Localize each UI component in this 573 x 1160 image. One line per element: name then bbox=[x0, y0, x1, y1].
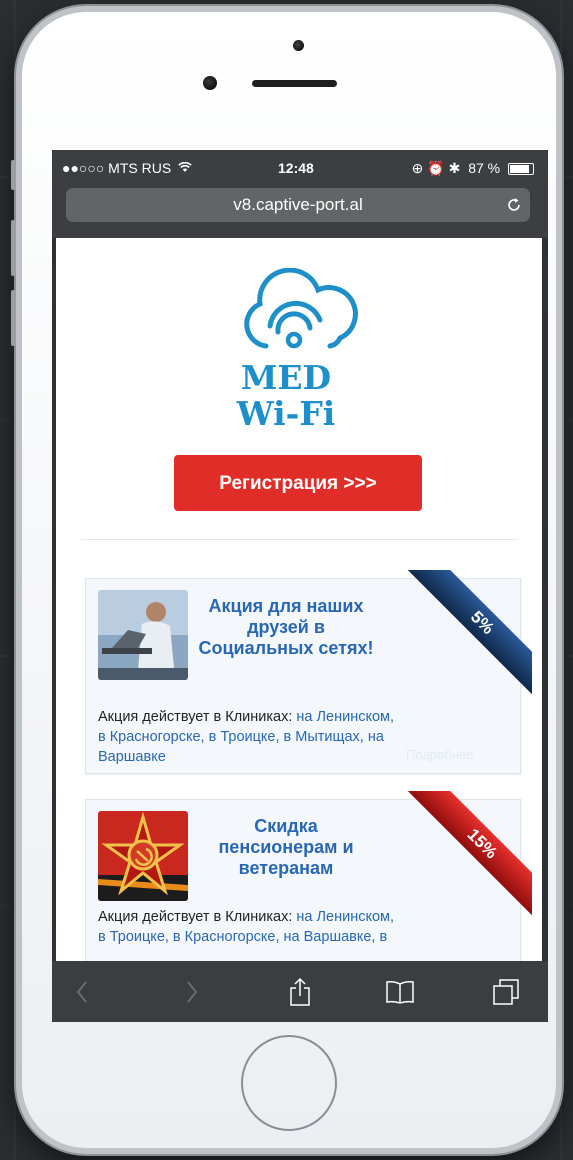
address-bar[interactable]: v8.captive-port.al bbox=[66, 188, 530, 222]
promo-desc-prefix: Акция действует в Клиниках: bbox=[98, 709, 297, 725]
battery-icon bbox=[508, 163, 534, 176]
status-indicators: ⊕ ⏰ ✱ 87 % bbox=[412, 160, 534, 177]
volume-down-button bbox=[11, 290, 16, 346]
web-content: MED Wi-Fi Регистрация >>> Акция для наши… bbox=[56, 238, 542, 961]
carrier-label: ●●○○○ MTS RUS bbox=[62, 160, 172, 176]
indicator-icons: ⊕ ⏰ ✱ bbox=[411, 160, 461, 176]
discount-badge-2: 15% bbox=[402, 791, 532, 921]
cloud-wifi-icon bbox=[244, 268, 358, 349]
home-button[interactable] bbox=[241, 1035, 337, 1131]
wifi-icon bbox=[178, 160, 192, 176]
proximity-sensor bbox=[203, 76, 217, 90]
tabs-icon[interactable] bbox=[476, 961, 536, 1022]
battery-percent: 87 % bbox=[468, 160, 501, 176]
more-link[interactable]: Подробнее bbox=[406, 747, 473, 762]
promo-title[interactable]: Акция для наших друзей в Социальных сетя… bbox=[196, 596, 376, 659]
share-icon[interactable] bbox=[270, 961, 330, 1022]
url-text: v8.captive-port.al bbox=[233, 195, 363, 214]
promo-title[interactable]: Скидка пенсионерам и ветеранам bbox=[196, 816, 376, 879]
promo-description: Акция действует в Клиниках: на Ленинском… bbox=[98, 707, 398, 767]
volume-up-button bbox=[11, 220, 16, 276]
divider bbox=[81, 539, 517, 540]
promo-image-victory-star bbox=[98, 811, 188, 901]
register-button[interactable]: Регистрация >>> bbox=[174, 455, 422, 511]
clock: 12:48 bbox=[278, 160, 314, 176]
reload-icon[interactable] bbox=[506, 188, 522, 224]
browser-toolbar bbox=[52, 961, 548, 1022]
promo-image-laptop-man bbox=[98, 590, 188, 680]
discount-badge-1: 5% bbox=[402, 570, 532, 700]
bookmarks-icon[interactable] bbox=[370, 961, 430, 1022]
promo-description: Акция действует в Клиниках: на Ленинском… bbox=[98, 907, 398, 947]
discount-ribbon-1: 5% bbox=[402, 570, 532, 700]
logo-wordmark: MED Wi-Fi bbox=[211, 360, 361, 432]
logo-line-2: Wi-Fi bbox=[236, 394, 336, 433]
mute-switch bbox=[11, 160, 16, 190]
status-bar: ●●○○○ MTS RUS 12:48 ⊕ ⏰ ✱ 87 % bbox=[52, 150, 548, 186]
screen: ●●○○○ MTS RUS 12:48 ⊕ ⏰ ✱ 87 % v8.captiv… bbox=[52, 150, 548, 1022]
address-bar-area: v8.captive-port.al bbox=[52, 182, 548, 238]
promo-desc-prefix: Акция действует в Клиниках: bbox=[98, 909, 297, 925]
back-icon[interactable] bbox=[52, 961, 112, 1022]
front-camera bbox=[293, 40, 304, 51]
logo-line-1: MED bbox=[240, 358, 332, 397]
discount-ribbon-2: 15% bbox=[402, 791, 532, 921]
forward-icon[interactable] bbox=[162, 961, 222, 1022]
carrier-signal: ●●○○○ MTS RUS bbox=[62, 160, 192, 176]
earpiece-speaker bbox=[252, 80, 337, 87]
